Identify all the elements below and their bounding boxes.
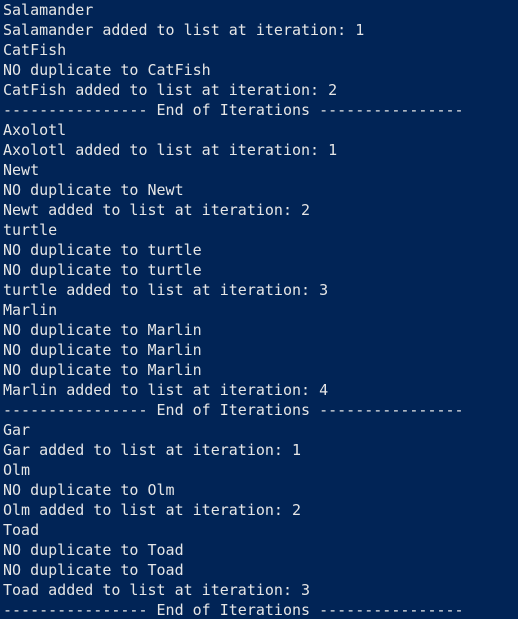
output-line: CatFish <box>3 41 67 59</box>
output-line: NO duplicate to Newt <box>3 181 184 199</box>
output-line: Axolotl added to list at iteration: 1 <box>3 141 338 159</box>
separator-line: ---------------- End of Iterations -----… <box>3 401 464 419</box>
output-line: NO duplicate to Marlin <box>3 321 202 339</box>
output-line: NO duplicate to turtle <box>3 241 202 259</box>
output-line: NO duplicate to Toad <box>3 561 184 579</box>
output-line: Gar added to list at iteration: 1 <box>3 441 302 459</box>
output-line: NO duplicate to CatFish <box>3 61 211 79</box>
separator-line: ---------------- End of Iterations -----… <box>3 601 464 619</box>
separator-line: ---------------- End of Iterations -----… <box>3 101 464 119</box>
output-line: Newt <box>3 161 40 179</box>
output-line: Toad <box>3 521 40 539</box>
output-line: Salamander added to list at iteration: 1 <box>3 21 365 39</box>
output-line: Newt added to list at iteration: 2 <box>3 201 311 219</box>
output-line: NO duplicate to Toad <box>3 541 184 559</box>
output-line: turtle added to list at iteration: 3 <box>3 281 329 299</box>
output-line: Toad added to list at iteration: 3 <box>3 581 311 599</box>
output-line: Olm added to list at iteration: 2 <box>3 501 302 519</box>
output-line: Marlin added to list at iteration: 4 <box>3 381 329 399</box>
output-line: CatFish added to list at iteration: 2 <box>3 81 338 99</box>
output-line: Marlin <box>3 301 58 319</box>
terminal-output[interactable]: Salamander Salamander added to list at i… <box>0 0 518 619</box>
output-line: turtle <box>3 221 58 239</box>
output-line: NO duplicate to Olm <box>3 481 175 499</box>
output-line: NO duplicate to Marlin <box>3 341 202 359</box>
output-line: Salamander <box>3 1 94 19</box>
output-line: Gar <box>3 421 31 439</box>
output-line: NO duplicate to turtle <box>3 261 202 279</box>
output-line: Olm <box>3 461 31 479</box>
output-line: Axolotl <box>3 121 67 139</box>
output-line: NO duplicate to Marlin <box>3 361 202 379</box>
